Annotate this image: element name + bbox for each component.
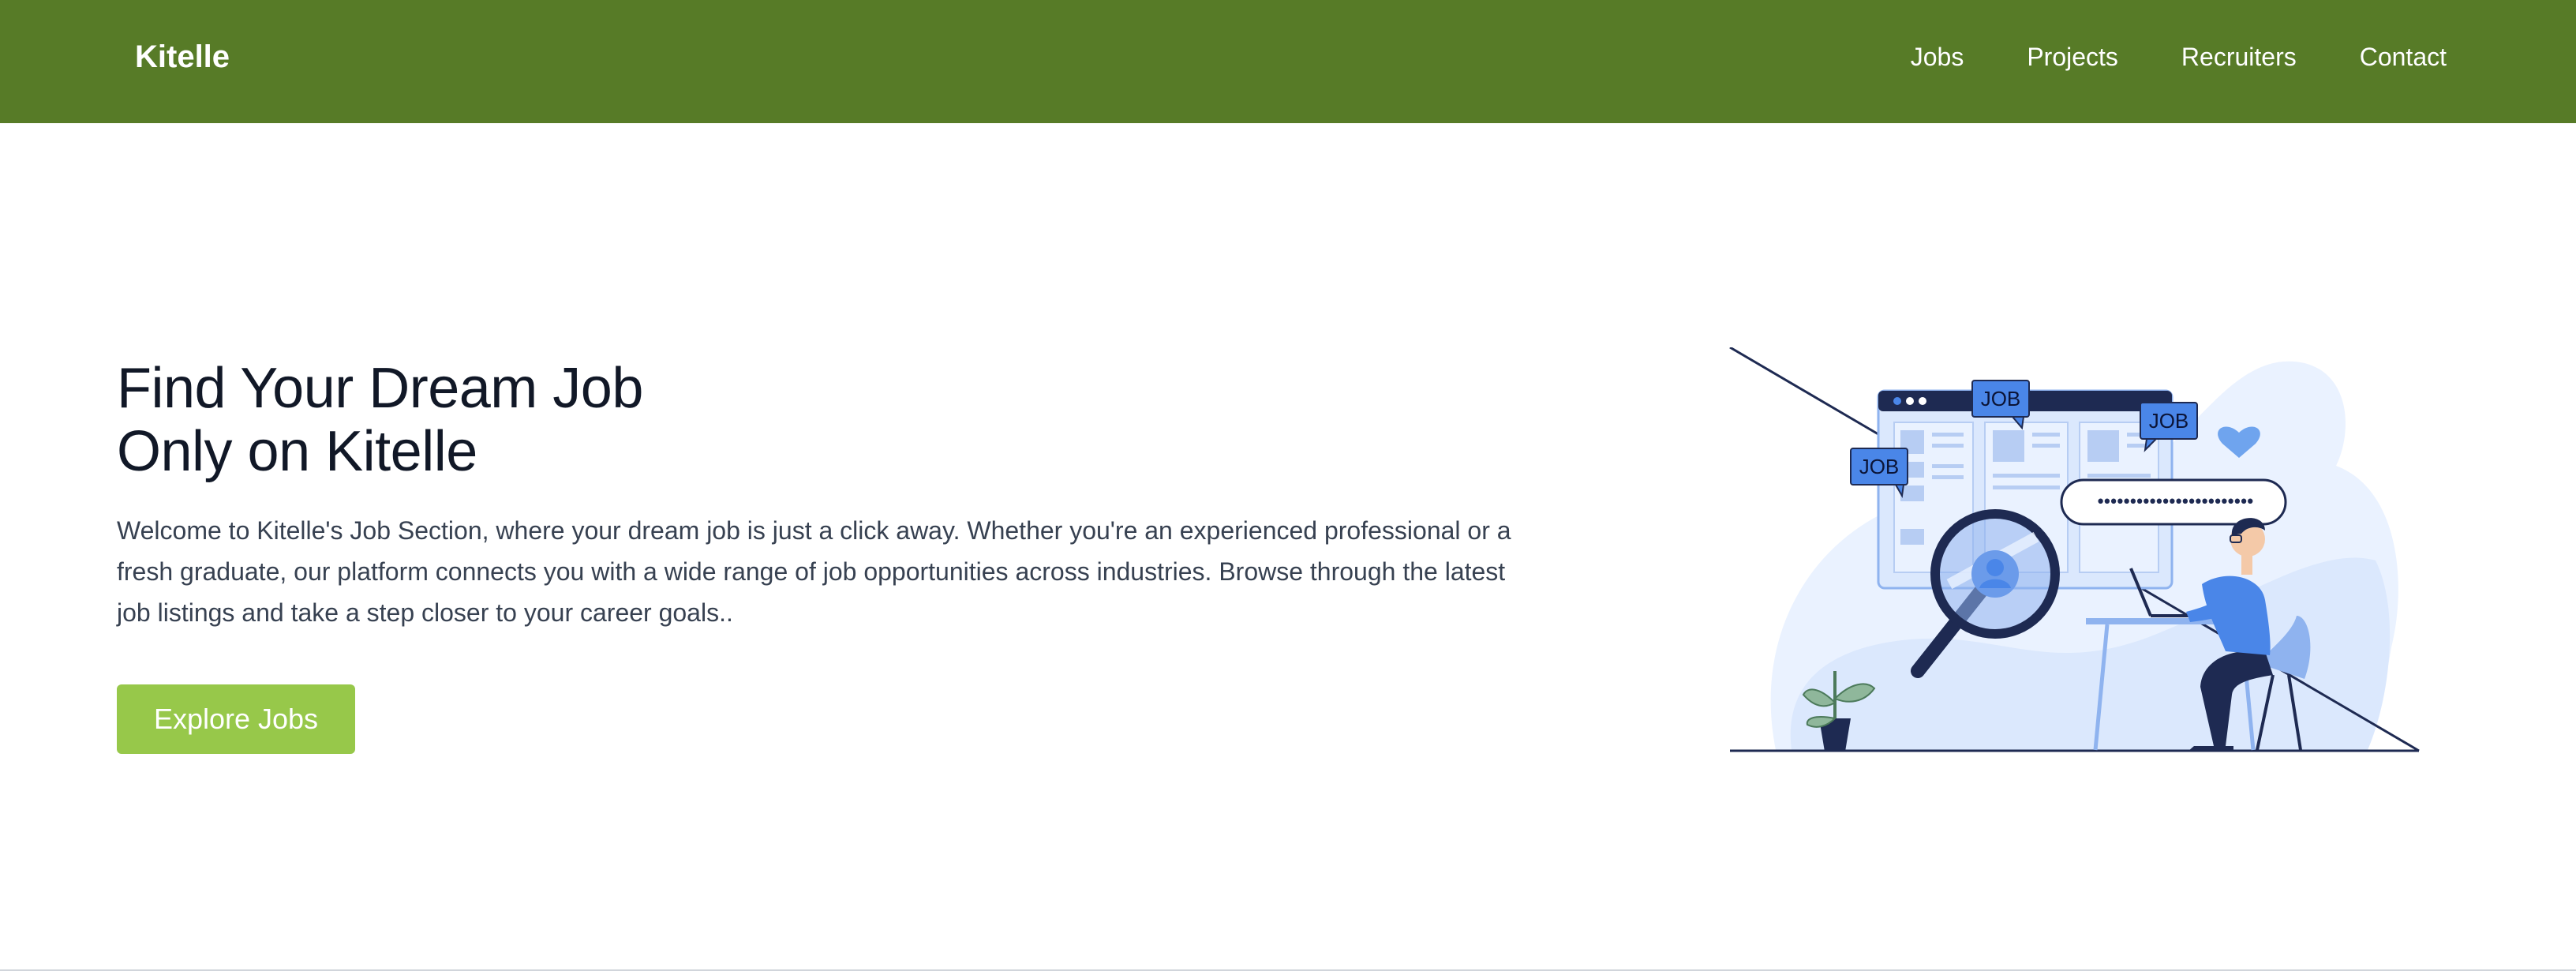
nav-link-projects[interactable]: Projects	[2027, 35, 2118, 79]
hero-description: Welcome to Kitelle's Job Section, where …	[117, 516, 1511, 627]
hero-title-line-1: Find Your Dream Job	[117, 357, 643, 420]
svg-text:JOB: JOB	[2149, 409, 2189, 433]
svg-text:JOB: JOB	[1859, 455, 1900, 478]
main-nav: Jobs Projects Recruiters Contact	[1848, 35, 2447, 79]
top-navbar: Kitelle Jobs Projects Recruiters Contact	[0, 0, 2576, 123]
nav-link-recruiters[interactable]: Recruiters	[2181, 35, 2297, 79]
search-bar-graphic: ••••••••••••••••••••••••	[2060, 478, 2287, 526]
svg-text:••••••••••••••••••••••••: ••••••••••••••••••••••••	[2095, 493, 2253, 512]
svg-text:JOB: JOB	[1981, 387, 2021, 411]
nav-link-jobs[interactable]: Jobs	[1911, 35, 1964, 79]
nav-link-contact[interactable]: Contact	[2360, 35, 2447, 79]
explore-jobs-button[interactable]: Explore Jobs	[117, 684, 355, 754]
hero-title: Find Your Dream Job Only on Kitelle	[117, 357, 906, 483]
brand-logo[interactable]: Kitelle	[135, 35, 230, 79]
job-search-illustration: JOB JOB JOB ••••••••••••••••••••••••	[1729, 347, 2420, 752]
hero-title-line-2: Only on Kitelle	[117, 420, 477, 483]
